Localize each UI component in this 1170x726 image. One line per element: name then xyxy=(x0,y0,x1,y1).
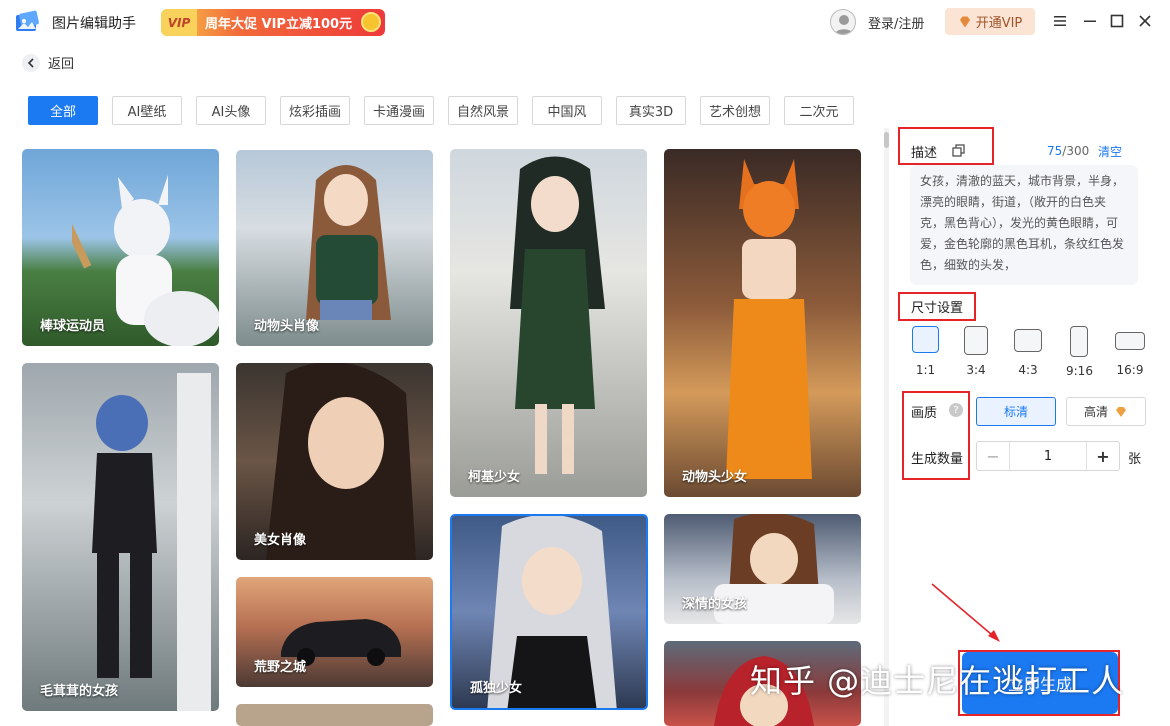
ratio-label: 3:4 xyxy=(966,363,986,377)
scrollbar-thumb[interactable] xyxy=(884,132,889,148)
avatar[interactable] xyxy=(830,9,856,35)
ratio-option-16-9[interactable]: 16:9 xyxy=(1115,326,1145,377)
card-title: 动物头少女 xyxy=(682,470,748,485)
template-card[interactable]: 毛茸茸的女孩 xyxy=(22,363,219,711)
ratio-option-3-4[interactable]: 3:4 xyxy=(964,326,988,377)
card-illustration xyxy=(726,159,812,479)
coin-icon xyxy=(361,12,381,32)
clear-button[interactable]: 清空 xyxy=(1098,143,1122,160)
card-title: 美女肖像 xyxy=(254,533,307,548)
tall-portrait-icon xyxy=(1070,326,1089,357)
card-title: 荒野之城 xyxy=(254,660,307,675)
ratio-option-1-1[interactable]: 1:1 xyxy=(912,326,939,377)
template-card[interactable]: 柯基少女 xyxy=(450,149,647,497)
card-illustration xyxy=(92,373,211,711)
quantity-value[interactable]: 1 xyxy=(1009,442,1087,470)
app-logo-icon xyxy=(16,10,39,31)
user-icon xyxy=(834,15,854,34)
back-button[interactable]: 返回 xyxy=(22,53,74,72)
ratio-label: 9:16 xyxy=(1066,364,1093,378)
tab-art[interactable]: 艺术创想 xyxy=(700,96,770,125)
card-illustration xyxy=(510,156,605,474)
template-card[interactable]: 深情的女孩 xyxy=(664,514,861,624)
annotation-arrow-icon xyxy=(931,583,1000,642)
quality-hd-button[interactable]: 高清 xyxy=(1066,397,1146,426)
card-title: 孤独少女 xyxy=(470,681,523,696)
promo-vip-tag: VIP xyxy=(161,9,197,36)
gallery-scrollbar[interactable] xyxy=(884,128,889,726)
category-tabs: 全部 AI壁纸 AI头像 炫彩插画 卡通漫画 自然风景 中国风 真实3D 艺术创… xyxy=(28,96,854,125)
square-icon xyxy=(912,326,939,353)
tab-chinese-style[interactable]: 中国风 xyxy=(532,96,602,125)
tab-ai-avatar[interactable]: AI头像 xyxy=(196,96,266,125)
back-label: 返回 xyxy=(48,57,75,72)
landscape-icon xyxy=(1014,329,1042,352)
tab-colorful-illustration[interactable]: 炫彩插画 xyxy=(280,96,350,125)
description-count: 75 xyxy=(1047,144,1063,158)
decrement-button[interactable]: − xyxy=(977,442,1009,470)
minimize-icon[interactable] xyxy=(1081,12,1099,30)
ratio-label: 1:1 xyxy=(915,363,936,377)
ratio-label: 16:9 xyxy=(1116,363,1144,377)
ratio-option-4-3[interactable]: 4:3 xyxy=(1014,326,1042,377)
open-vip-button[interactable]: 开通VIP xyxy=(945,8,1035,35)
tab-nature[interactable]: 自然风景 xyxy=(448,96,518,125)
wide-landscape-icon xyxy=(1115,332,1145,350)
card-title: 棒球运动员 xyxy=(40,319,106,334)
open-vip-label: 开通VIP xyxy=(975,16,1023,31)
diamond-icon xyxy=(959,16,970,27)
ratio-label: 4:3 xyxy=(1018,363,1038,377)
app-title: 图片编辑助手 xyxy=(52,16,136,32)
annotation-box-quality-count xyxy=(902,391,970,480)
vip-diamond-icon xyxy=(1116,406,1126,417)
template-card[interactable]: 荒野之城 xyxy=(236,577,433,687)
card-title: 动物头肖像 xyxy=(254,319,320,334)
watermark-text: 知乎 @迪士尼在逃打工人 xyxy=(750,662,1125,700)
template-card[interactable]: 美女肖像 xyxy=(236,363,433,560)
card-title: 毛茸茸的女孩 xyxy=(40,684,119,699)
card-title: 柯基少女 xyxy=(468,470,521,485)
quantity-stepper: − 1 + xyxy=(976,441,1120,471)
menu-icon[interactable] xyxy=(1051,12,1069,30)
count-unit: 张 xyxy=(1128,452,1142,467)
template-card[interactable] xyxy=(236,704,433,726)
close-icon[interactable] xyxy=(1136,12,1154,30)
template-card[interactable]: 动物头肖像 xyxy=(236,150,433,346)
maximize-icon[interactable] xyxy=(1108,12,1126,30)
portrait-icon xyxy=(964,326,988,355)
card-title: 深情的女孩 xyxy=(682,597,748,612)
chevron-left-icon xyxy=(22,53,40,72)
ratio-option-9-16[interactable]: 9:16 xyxy=(1066,326,1093,378)
login-link[interactable]: 登录/注册 xyxy=(868,13,924,32)
tab-real-3d[interactable]: 真实3D xyxy=(616,96,686,125)
annotation-box-size xyxy=(898,292,976,321)
template-card[interactable]: 动物头少女 xyxy=(664,149,861,497)
tab-anime[interactable]: 二次元 xyxy=(784,96,854,125)
tab-all[interactable]: 全部 xyxy=(28,96,98,125)
quality-hd-label: 高清 xyxy=(1083,405,1108,419)
title-bar: 图片编辑助手 VIP 周年大促 VIP立减100元 登录/注册 开通VIP xyxy=(0,0,1170,42)
description-max: /300 xyxy=(1062,144,1090,158)
promo-banner[interactable]: VIP 周年大促 VIP立减100元 xyxy=(161,9,385,36)
template-card-selected[interactable]: 孤独少女 xyxy=(450,514,648,710)
increment-button[interactable]: + xyxy=(1087,442,1119,470)
promo-text: 周年大促 VIP立减100元 xyxy=(205,17,353,32)
description-textarea[interactable]: 女孩，清澈的蓝天，城市背景，半身，漂亮的眼睛，街道，（敞开的白色夹克，黑色背心）… xyxy=(910,165,1138,285)
annotation-box-description xyxy=(898,127,994,165)
tab-ai-wallpaper[interactable]: AI壁纸 xyxy=(112,96,182,125)
template-card[interactable]: 棒球运动员 xyxy=(22,149,219,346)
tab-cartoon[interactable]: 卡通漫画 xyxy=(364,96,434,125)
description-counter: 75/300 xyxy=(1047,144,1089,158)
quality-standard-button[interactable]: 标清 xyxy=(976,397,1056,426)
